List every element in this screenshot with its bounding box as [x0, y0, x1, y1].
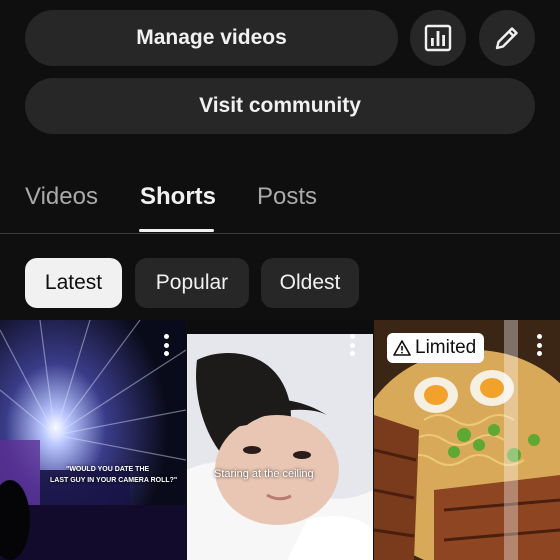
edit-button[interactable] [479, 10, 535, 66]
pencil-icon [495, 27, 518, 50]
limited-label: Limited [415, 337, 477, 358]
caption-line: LAST GUY IN YOUR CAMERA ROLL?" [50, 477, 178, 484]
more-options-icon[interactable] [163, 334, 169, 356]
tab-videos[interactable]: Videos [25, 183, 98, 211]
channel-tabs: Videos Shorts Posts [0, 170, 560, 234]
short-thumbnail[interactable]: Limited [374, 320, 560, 560]
selfie-image [187, 320, 373, 560]
filter-chip-latest[interactable]: Latest [25, 258, 122, 308]
more-options-icon[interactable] [536, 334, 542, 356]
bar-chart-icon [424, 24, 452, 52]
filter-chip-popular[interactable]: Popular [135, 258, 249, 308]
tab-shorts[interactable]: Shorts [140, 183, 216, 211]
short-caption: Staring at the ceiling [214, 468, 314, 480]
caption-line: "WOULD YOU DATE THE [66, 466, 150, 473]
short-caption: "WOULD YOU DATE THE LAST GUY IN YOUR CAM… [50, 464, 177, 486]
tab-posts[interactable]: Posts [257, 183, 317, 211]
limited-badge: Limited [387, 333, 485, 363]
filter-chip-label: Latest [44, 271, 103, 294]
short-thumbnail[interactable]: Staring at the ceiling [187, 320, 373, 560]
analytics-button[interactable] [410, 10, 466, 66]
active-tab-indicator [139, 229, 214, 232]
manage-videos-button[interactable]: Manage videos [25, 10, 398, 66]
manage-videos-label: Manage videos [136, 26, 287, 49]
more-options-icon[interactable] [349, 334, 355, 356]
visit-community-button[interactable]: Visit community [25, 78, 535, 134]
filter-chip-oldest[interactable]: Oldest [261, 258, 359, 308]
warning-icon [393, 340, 411, 356]
concert-image [0, 320, 186, 560]
filter-chip-label: Oldest [279, 271, 341, 294]
filter-chip-label: Popular [155, 271, 229, 294]
short-thumbnail[interactable]: "WOULD YOU DATE THE LAST GUY IN YOUR CAM… [0, 320, 186, 560]
visit-community-label: Visit community [199, 94, 361, 117]
